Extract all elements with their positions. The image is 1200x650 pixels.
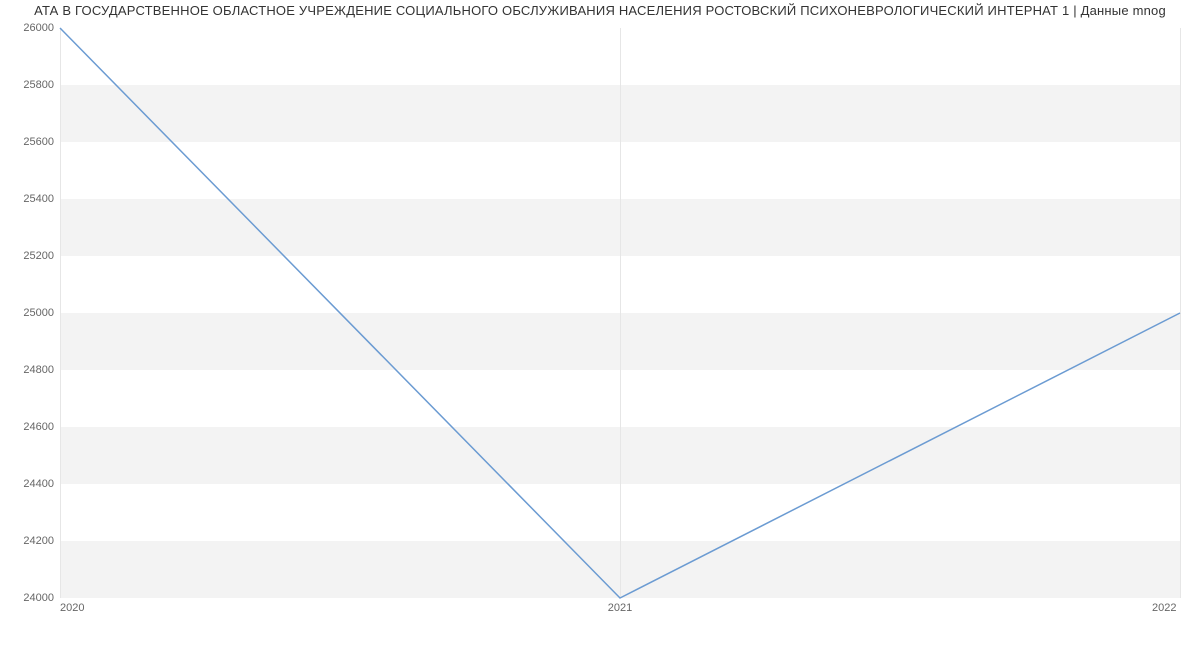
y-tick-label: 24000 (4, 592, 54, 604)
y-tick-label: 25600 (4, 136, 54, 148)
y-tick-label: 24400 (4, 478, 54, 490)
plot-area (60, 28, 1180, 598)
gridline-vertical (1180, 28, 1181, 598)
y-tick-label: 24800 (4, 364, 54, 376)
data-line (60, 28, 1180, 598)
y-tick-label: 26000 (4, 22, 54, 34)
x-tick-label: 2020 (60, 602, 84, 614)
x-tick-label: 2021 (608, 602, 632, 614)
y-tick-label: 24600 (4, 421, 54, 433)
x-tick-label: 2022 (1152, 602, 1176, 614)
y-tick-label: 25400 (4, 193, 54, 205)
y-tick-label: 24200 (4, 535, 54, 547)
line-chart: АТА В ГОСУДАРСТВЕННОЕ ОБЛАСТНОЕ УЧРЕЖДЕН… (0, 0, 1200, 650)
y-tick-label: 25200 (4, 250, 54, 262)
chart-title: АТА В ГОСУДАРСТВЕННОЕ ОБЛАСТНОЕ УЧРЕЖДЕН… (0, 0, 1200, 22)
chart-svg (60, 28, 1180, 598)
y-tick-label: 25800 (4, 79, 54, 91)
y-tick-label: 25000 (4, 307, 54, 319)
